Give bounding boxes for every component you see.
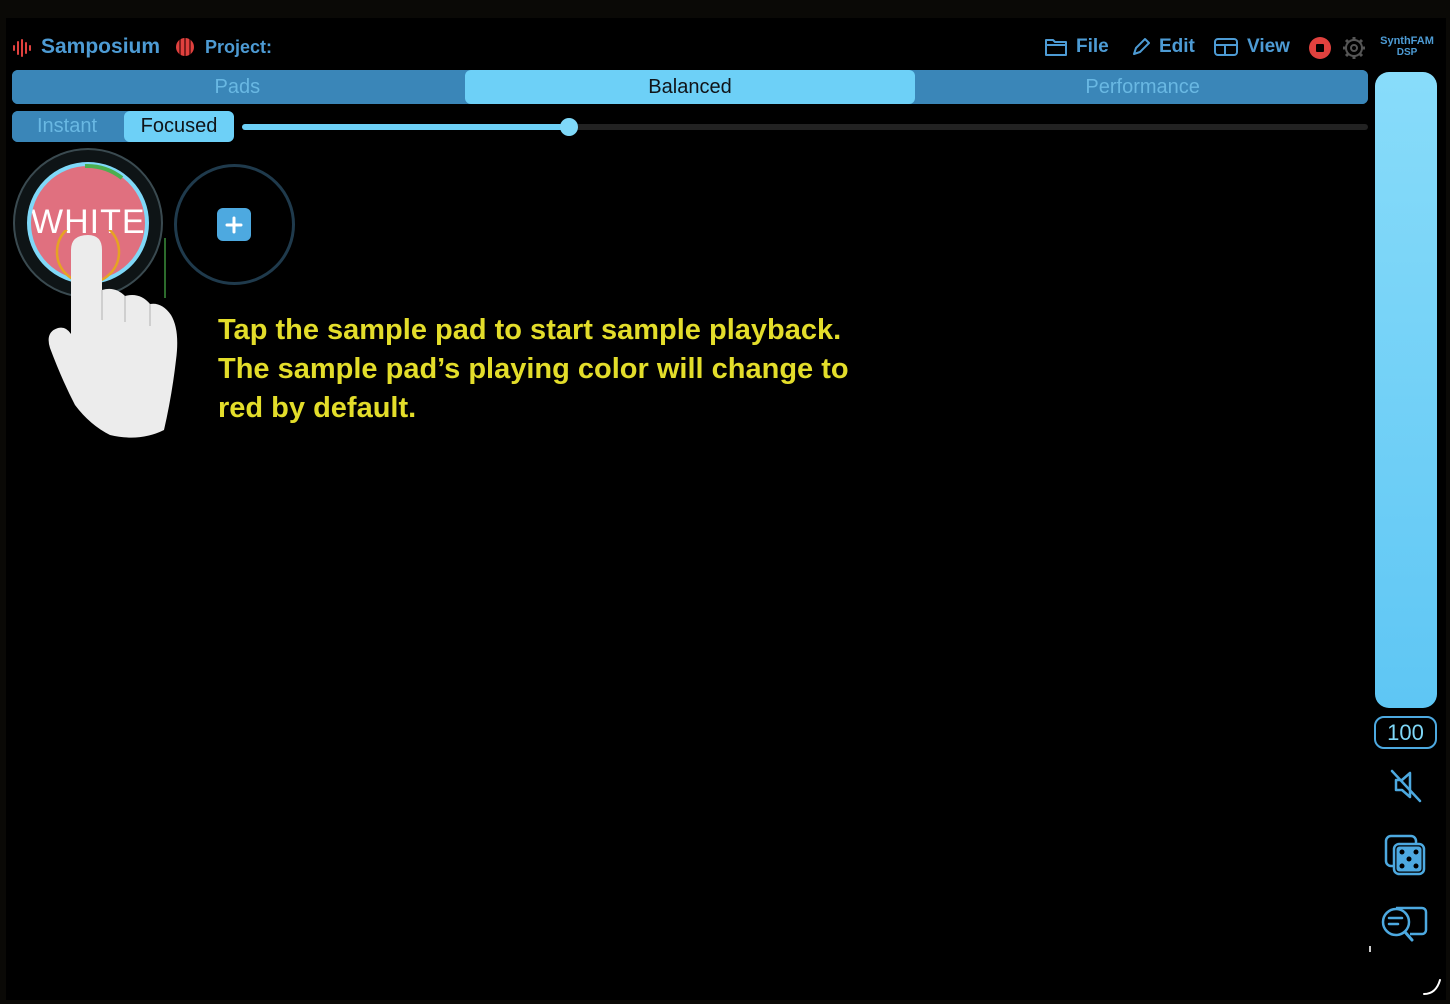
record-stop-button[interactable] (1309, 37, 1331, 59)
dice-icon[interactable] (1384, 834, 1428, 876)
mode-instant[interactable]: Instant (12, 111, 122, 142)
file-menu-label: File (1076, 36, 1109, 57)
brand-line-1: SynthFAM (1380, 35, 1434, 47)
tutorial-line-3: red by default. (218, 392, 417, 424)
tab-balanced[interactable]: Balanced (464, 70, 916, 104)
pencil-icon (1133, 38, 1150, 55)
device-frame (0, 0, 1450, 1004)
trigger-mode-toggle: Instant Focused (12, 111, 234, 142)
tab-performance[interactable]: Performance (917, 70, 1368, 104)
header-bar: Samposium Project: File Edit View SynthF… (12, 30, 1440, 66)
tutorial-line-1: Tap the sample pad to start sample playb… (218, 314, 842, 346)
gear-icon[interactable] (1342, 36, 1366, 60)
app-title: Samposium (41, 35, 161, 58)
slider-thumb[interactable] (559, 118, 578, 136)
view-mode-tabs: Pads Balanced Performance (12, 70, 1368, 104)
slider-fill (242, 124, 569, 130)
tutorial-line-2: The sample pad’s playing color will chan… (218, 353, 849, 385)
pad-size-slider[interactable] (242, 118, 1368, 136)
add-pad-button[interactable] (217, 208, 251, 241)
file-menu-button[interactable]: File (1044, 36, 1109, 58)
project-label[interactable]: Project: (205, 37, 272, 58)
brand-line-2: DSP (1396, 47, 1418, 58)
tap-hand-icon (48, 230, 178, 438)
layout-icon (1214, 38, 1238, 56)
project-status-icon[interactable] (176, 38, 194, 56)
brand-logo: SynthFAM DSP (1374, 35, 1440, 59)
volume-readout[interactable]: 100 (1374, 716, 1437, 749)
mode-focused[interactable]: Focused (124, 111, 234, 142)
waveform-logo-icon (13, 39, 31, 57)
mute-icon[interactable] (1386, 765, 1426, 805)
edit-menu-button[interactable]: Edit (1131, 36, 1195, 58)
view-menu-label: View (1247, 36, 1290, 57)
plus-icon (225, 216, 243, 233)
tab-pads[interactable]: Pads (12, 70, 463, 104)
tutorial-caption: Tap the sample pad to start sample playb… (218, 311, 978, 428)
resize-corner-icon (1423, 979, 1441, 995)
view-menu-button[interactable]: View (1213, 36, 1290, 58)
chat-help-icon[interactable] (1380, 904, 1428, 944)
edit-menu-label: Edit (1159, 36, 1195, 57)
master-volume-fader[interactable] (1375, 72, 1437, 708)
folder-icon (1045, 39, 1067, 56)
scroll-indicator (1369, 946, 1371, 952)
